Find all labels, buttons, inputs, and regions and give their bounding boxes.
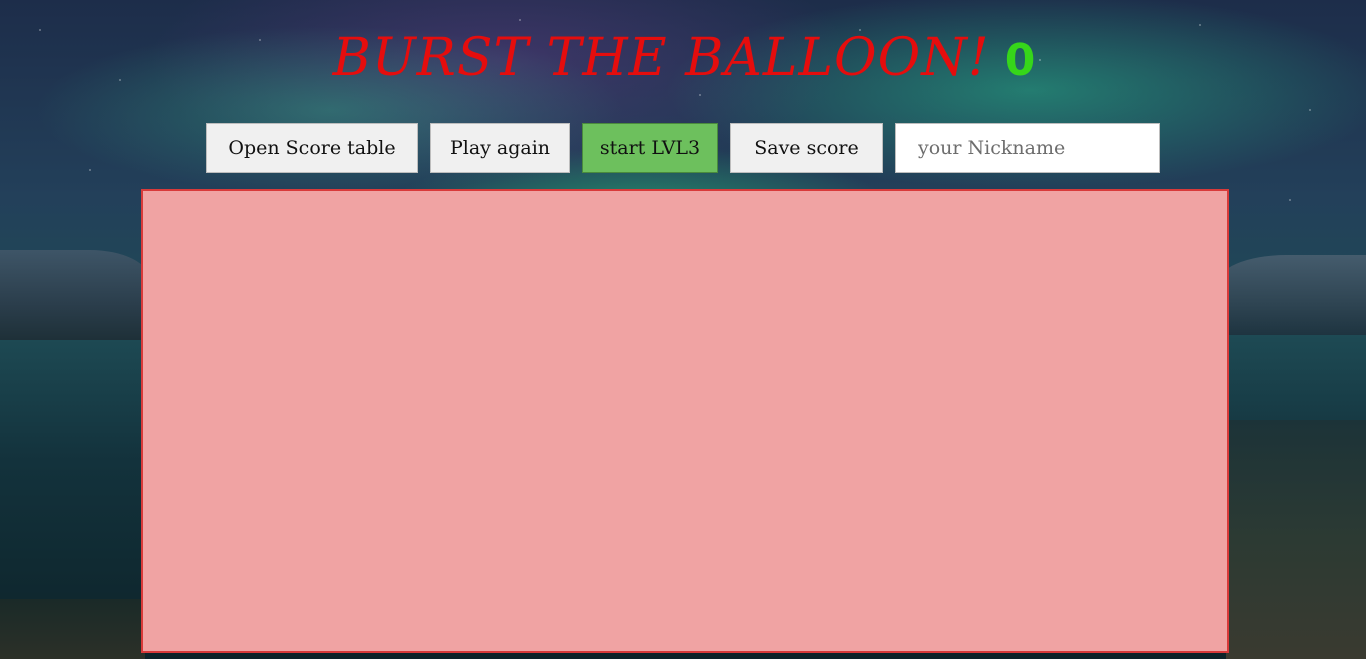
snowy-shore-left (0, 250, 150, 340)
game-title: Burst the Balloon! (332, 28, 990, 88)
start-level-button[interactable]: start LVL3 (582, 123, 718, 173)
open-score-table-button[interactable]: Open Score table (206, 123, 418, 173)
game-play-area[interactable] (141, 189, 1229, 653)
play-again-button[interactable]: Play again (430, 123, 570, 173)
rocky-beach-left (0, 599, 145, 659)
game-header: Burst the Balloon! 0 (0, 28, 1366, 88)
save-score-button[interactable]: Save score (730, 123, 883, 173)
snowy-shore-right (1216, 255, 1366, 335)
nickname-input[interactable] (895, 123, 1160, 173)
control-bar: Open Score table Play again start LVL3 S… (206, 123, 1160, 173)
score-counter: 0 (1004, 35, 1036, 86)
rocky-beach-right (1226, 420, 1366, 659)
